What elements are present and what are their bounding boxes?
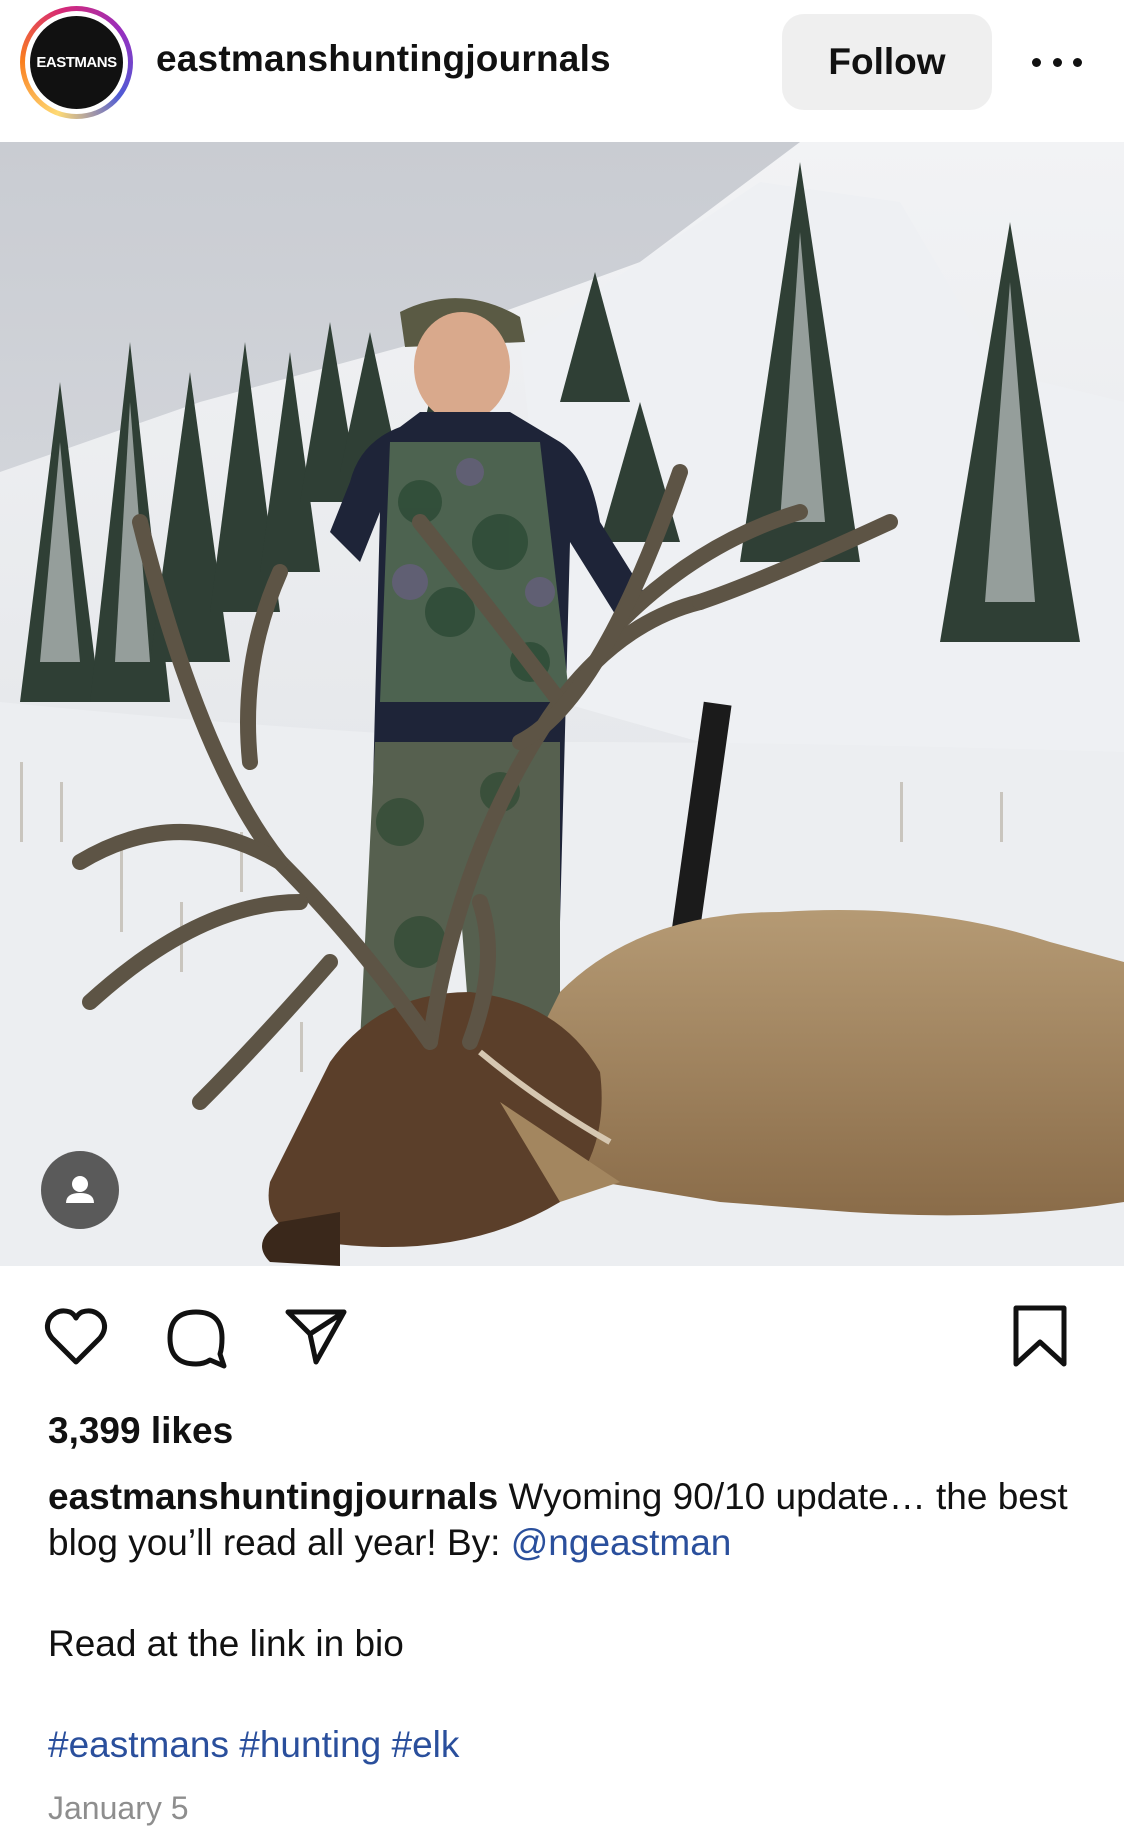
more-options-icon[interactable] <box>1032 42 1082 82</box>
caption-hashtags[interactable]: #eastmans #hunting #elk <box>48 1724 459 1766</box>
post-actions <box>0 1300 1124 1390</box>
post-photo[interactable] <box>0 142 1124 1266</box>
post-date: January 5 <box>48 1790 189 1826</box>
caption-line2: Read at the link in bio <box>48 1623 404 1664</box>
avatar-logo: EASTMANS <box>30 16 123 109</box>
caption-mention[interactable]: @ngeastman <box>511 1522 732 1563</box>
share-icon[interactable] <box>280 1300 352 1377</box>
profile-avatar[interactable]: EASTMANS <box>20 6 133 119</box>
heart-icon[interactable] <box>40 1300 112 1377</box>
post-caption: eastmanshuntingjournals Wyoming 90/10 up… <box>48 1474 1088 1566</box>
bookmark-icon[interactable] <box>1004 1300 1076 1377</box>
post-header: EASTMANS eastmanshuntingjournals Follow <box>0 0 1124 142</box>
likes-count[interactable]: 3,399 likes <box>48 1410 233 1452</box>
header-username[interactable]: eastmanshuntingjournals <box>156 38 611 80</box>
comment-icon[interactable] <box>160 1300 232 1377</box>
follow-button[interactable]: Follow <box>782 14 992 110</box>
caption-username[interactable]: eastmanshuntingjournals <box>48 1476 498 1517</box>
user-tag-icon[interactable] <box>41 1151 119 1229</box>
